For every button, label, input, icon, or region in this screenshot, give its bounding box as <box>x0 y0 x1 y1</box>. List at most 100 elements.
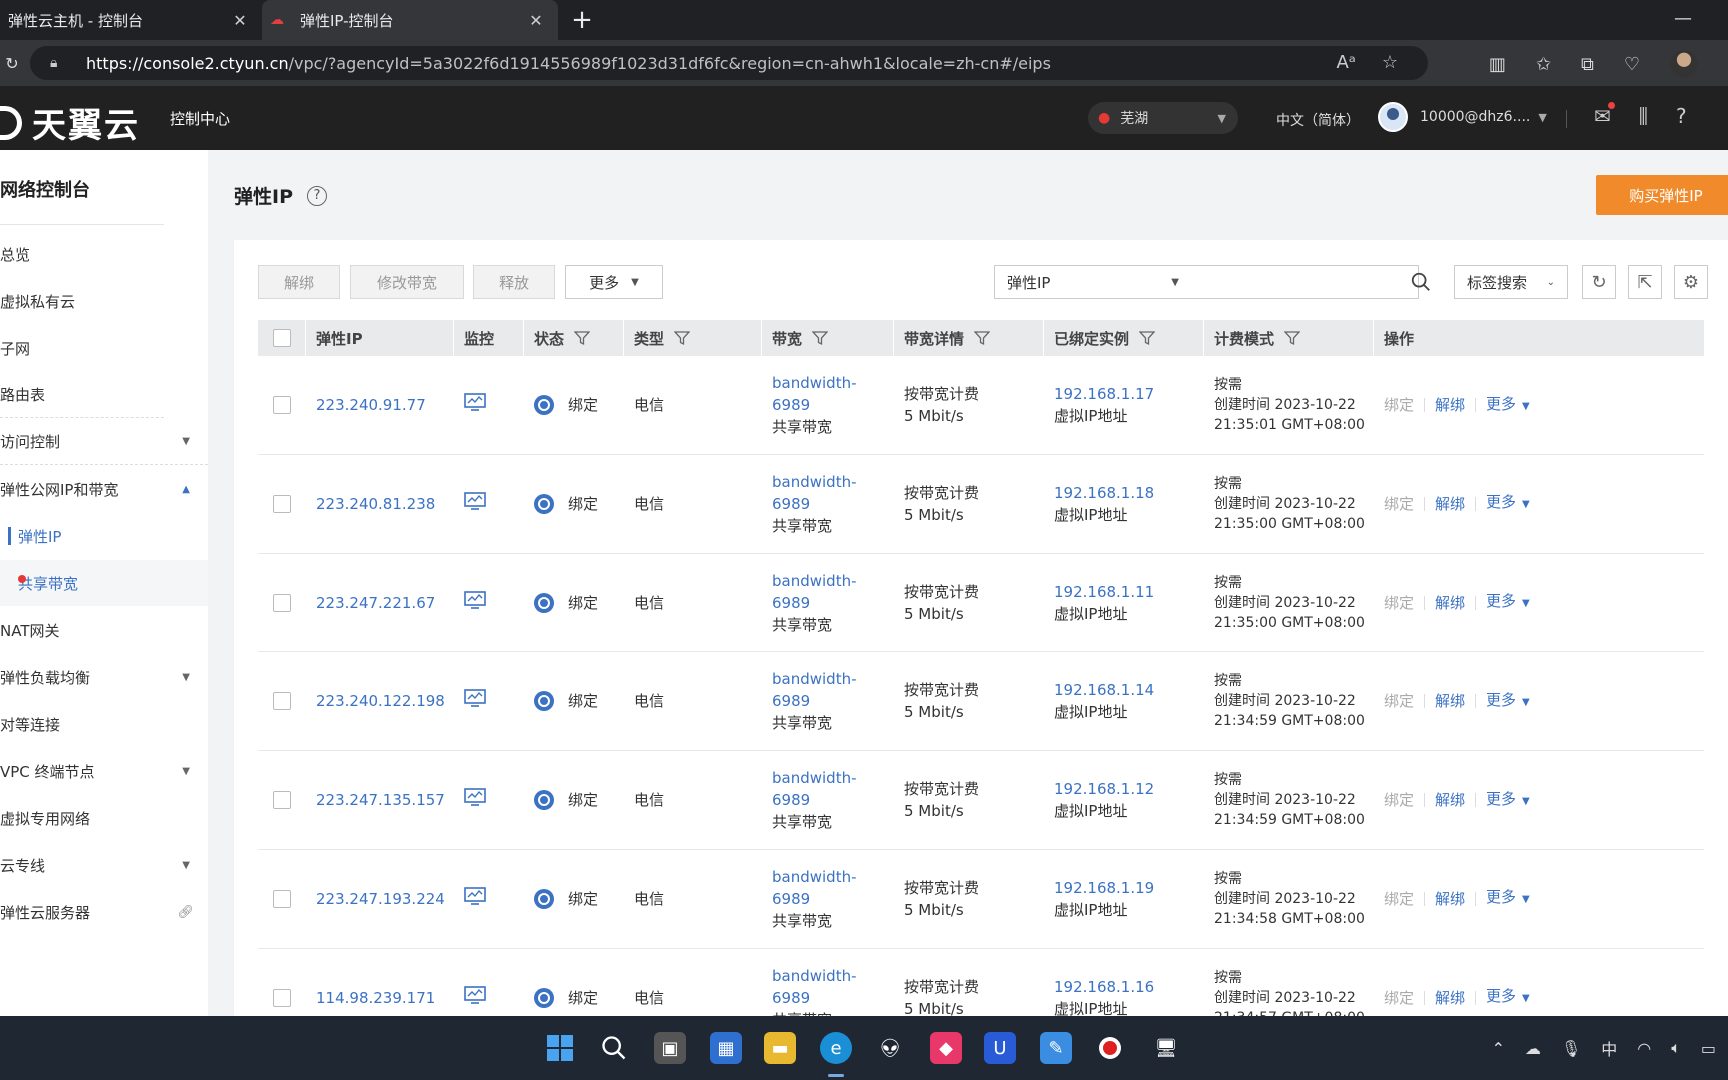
row-checkbox[interactable] <box>273 889 291 908</box>
release-button[interactable]: 释放 <box>473 265 555 299</box>
instance-link[interactable]: 192.168.1.12 <box>1054 778 1204 800</box>
unbind-action[interactable]: 解绑 <box>1435 690 1465 712</box>
task-view-icon[interactable]: ▣ <box>654 1032 686 1064</box>
bind-action[interactable]: 绑定 <box>1384 888 1414 910</box>
mail-icon[interactable]: ✉ <box>1594 102 1615 128</box>
row-checkbox[interactable] <box>273 396 291 414</box>
health-icon[interactable]: ♡ <box>1624 54 1640 75</box>
speaker-icon[interactable]: 🔈︎ <box>1671 1038 1681 1058</box>
eip-link[interactable]: 223.240.91.77 <box>316 394 454 416</box>
sidebar-item-overview[interactable]: 总览 <box>0 231 208 277</box>
bandwidth-link[interactable]: bandwidth-6989 <box>772 471 894 515</box>
bind-action[interactable]: 绑定 <box>1384 987 1414 1009</box>
sidebar-item-load-balancer[interactable]: 弹性负载均衡 ▼ <box>0 654 208 700</box>
eip-link[interactable]: 223.247.135.157 <box>316 789 454 811</box>
settings-button[interactable]: ⚙ <box>1674 265 1708 299</box>
eip-link[interactable]: 223.247.221.67 <box>316 592 454 614</box>
export-button[interactable]: ⇱ <box>1628 265 1662 299</box>
app-icon[interactable]: U <box>984 1032 1016 1064</box>
chevron-up-icon[interactable]: ⌃ <box>1492 1039 1505 1058</box>
more-action[interactable]: 更多 ▼ <box>1486 491 1530 516</box>
bandwidth-link[interactable]: bandwidth-6989 <box>772 570 894 614</box>
row-checkbox[interactable] <box>273 593 291 612</box>
console-center-link[interactable]: 控制中心 <box>170 108 230 129</box>
bandwidth-link[interactable]: bandwidth-6989 <box>772 866 894 910</box>
minimize-button[interactable]: — <box>1674 8 1692 29</box>
eip-link[interactable]: 223.240.81.238 <box>316 493 454 515</box>
url-field[interactable]: 🔒︎ https://console2.ctyun.cn/vpc/?agency… <box>30 46 1428 80</box>
sidebar-item-nat-gateway[interactable]: NAT网关 <box>0 607 208 653</box>
filter-icon[interactable] <box>812 330 829 346</box>
sidebar-item-access-control[interactable]: 访问控制 ▼ <box>0 419 208 465</box>
bind-action[interactable]: 绑定 <box>1384 394 1414 416</box>
reload-icon[interactable]: ↻ <box>0 54 24 73</box>
instance-link[interactable]: 192.168.1.16 <box>1054 976 1204 998</box>
unbind-action[interactable]: 解绑 <box>1435 394 1465 416</box>
filter-icon[interactable] <box>674 330 691 346</box>
more-action[interactable]: 更多 ▼ <box>1486 788 1530 813</box>
favorite-star-icon[interactable]: ☆ <box>1382 52 1398 73</box>
browser-tab[interactable]: 弹性云主机 - 控制台 ✕ <box>0 0 262 40</box>
unbind-button[interactable]: 解绑 <box>258 265 340 299</box>
row-checkbox[interactable] <box>273 692 291 711</box>
windows-start-icon[interactable] <box>544 1032 576 1064</box>
eip-link[interactable]: 223.240.122.198 <box>316 690 454 712</box>
lock-icon[interactable]: 🔒︎ <box>50 55 72 71</box>
monitor-icon[interactable] <box>464 985 524 1010</box>
more-action[interactable]: 更多 ▼ <box>1486 689 1530 714</box>
sidebar-item-eip-bandwidth[interactable]: 弹性公网IP和带宽 ▲ <box>0 466 208 512</box>
wifi-icon[interactable]: ◠ <box>1637 1039 1651 1058</box>
sidebar-item-shared-bandwidth[interactable]: 共享带宽 <box>0 560 208 606</box>
unbind-action[interactable]: 解绑 <box>1435 592 1465 614</box>
bandwidth-link[interactable]: bandwidth-6989 <box>772 965 894 1009</box>
search-field-select[interactable]: 弹性IP ▼ <box>994 265 1190 299</box>
bandwidth-link[interactable]: bandwidth-6989 <box>772 372 894 416</box>
buy-eip-button[interactable]: 购买弹性IP <box>1596 175 1728 215</box>
language-selector[interactable]: 中文（简体） <box>1276 110 1360 130</box>
browser-tab-active[interactable]: ☁ 弹性IP-控制台 ✕ <box>262 0 558 40</box>
row-checkbox[interactable] <box>273 988 291 1007</box>
sidebar-item-ecs[interactable]: 弹性云服务器 🔗︎ <box>0 889 208 935</box>
battery-icon[interactable]: ▭ <box>1701 1039 1716 1058</box>
read-aloud-icon[interactable]: A͏ᵃ <box>1336 52 1355 73</box>
region-selector[interactable]: ● 芜湖 ▼ <box>1088 102 1238 134</box>
instance-link[interactable]: 192.168.1.17 <box>1054 383 1204 405</box>
filter-icon[interactable] <box>974 330 991 346</box>
remote-desktop-icon[interactable]: 🖥︎ <box>1150 1032 1182 1064</box>
favorites-icon[interactable]: ✩ <box>1536 54 1551 75</box>
split-screen-icon[interactable]: ▥ <box>1489 54 1506 75</box>
alienware-icon[interactable]: 👽︎ <box>874 1032 906 1064</box>
monitor-icon[interactable] <box>464 788 524 812</box>
instance-link[interactable]: 192.168.1.19 <box>1054 877 1204 899</box>
sidebar-item-subnet[interactable]: 子网 <box>0 325 208 371</box>
eip-link[interactable]: 114.98.239.171 <box>316 987 454 1009</box>
help-icon[interactable]: ? <box>1676 104 1687 128</box>
record-icon[interactable] <box>1094 1032 1126 1064</box>
close-icon[interactable]: ✕ <box>230 11 250 30</box>
more-action[interactable]: 更多 ▼ <box>1486 393 1530 418</box>
row-checkbox[interactable] <box>273 494 291 513</box>
stats-icon[interactable]: ⫼ <box>1639 104 1648 128</box>
sidebar-item-eip[interactable]: 弹性IP <box>0 513 208 559</box>
search-input[interactable] <box>1189 265 1419 299</box>
unbind-action[interactable]: 解绑 <box>1435 789 1465 811</box>
modify-bandwidth-button[interactable]: 修改带宽 <box>350 265 464 299</box>
more-action[interactable]: 更多 ▼ <box>1486 590 1530 615</box>
app-icon[interactable]: ◆ <box>930 1032 962 1064</box>
collections-icon[interactable]: ⧉ <box>1581 54 1594 75</box>
unbind-action[interactable]: 解绑 <box>1435 493 1465 515</box>
monitor-icon[interactable] <box>464 491 524 516</box>
search-icon[interactable] <box>1410 271 1432 293</box>
new-tab-button[interactable]: + <box>564 0 600 40</box>
edge-browser-icon[interactable]: e <box>820 1032 852 1064</box>
more-action[interactable]: 更多 ▼ <box>1486 886 1530 911</box>
instance-link[interactable]: 192.168.1.11 <box>1054 581 1204 603</box>
close-icon[interactable]: ✕ <box>526 11 546 30</box>
brand-logo[interactable]: 天翼云 <box>0 98 140 147</box>
sidebar-item-vpc[interactable]: 虚拟私有云 <box>0 278 208 324</box>
bind-action[interactable]: 绑定 <box>1384 592 1414 614</box>
help-icon[interactable]: ? <box>307 185 327 206</box>
unbind-action[interactable]: 解绑 <box>1435 987 1465 1009</box>
bandwidth-link[interactable]: bandwidth-6989 <box>772 767 894 811</box>
more-action[interactable]: 更多 ▼ <box>1486 985 1530 1010</box>
